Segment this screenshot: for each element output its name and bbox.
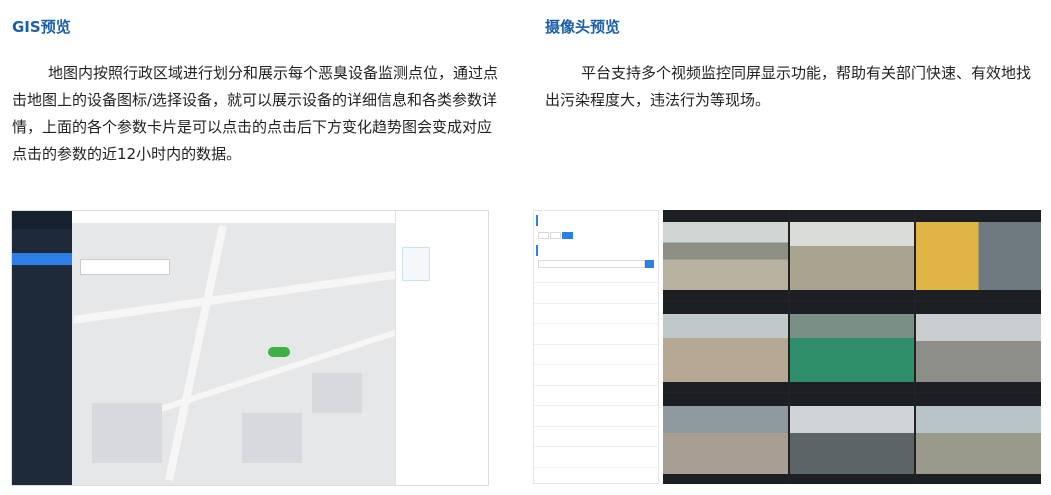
- gis-nav-item: [12, 325, 72, 337]
- camera-table-row: [534, 343, 658, 365]
- camera-section-title: [536, 245, 656, 256]
- camera-table-row: [534, 466, 658, 485]
- gis-nav-item: [12, 301, 72, 313]
- gis-preview-description: 地图内按照行政区域进行划分和展示每个恶臭设备监测点位，通过点击地图上的设备图标/…: [12, 64, 499, 163]
- camera-tile: [663, 210, 788, 300]
- camera-table-row: [534, 425, 658, 447]
- camera-search: [538, 260, 654, 268]
- gis-legend: [80, 259, 170, 275]
- gis-nav-item: [12, 229, 72, 241]
- camera-tile: [916, 302, 1041, 392]
- camera-table-row: [534, 282, 658, 303]
- camera-tile: [916, 210, 1041, 300]
- gis-nav-item-active: [12, 253, 72, 265]
- camera-table-row: [534, 302, 658, 324]
- gis-panel-row: [396, 237, 488, 241]
- camera-preview-title: 摄像头预览: [545, 18, 621, 36]
- gis-device-panel: [395, 211, 488, 485]
- camera-table-row: [534, 446, 658, 467]
- camera-tile: [663, 394, 788, 484]
- camera-layout-tabs: [534, 230, 658, 241]
- camera-tile: [663, 302, 788, 392]
- camera-section-title: [536, 215, 656, 226]
- camera-table-row: [534, 384, 658, 406]
- gis-preview-title: GIS预览: [12, 18, 71, 36]
- camera-tile: [789, 302, 915, 392]
- gis-device-marker: [268, 347, 290, 357]
- camera-table-row: [534, 405, 658, 426]
- gis-nav-item: [12, 313, 72, 325]
- camera-table-row: [534, 364, 658, 385]
- gis-nav-item: [12, 277, 72, 289]
- camera-tile: [789, 394, 915, 484]
- gis-brand: [12, 211, 72, 229]
- gis-filter-bar: [80, 233, 88, 238]
- gis-screenshot: [11, 210, 489, 486]
- camera-table-row: [534, 323, 658, 344]
- camera-tile: [789, 210, 915, 300]
- camera-table-header: [534, 270, 658, 282]
- gis-nav-item: [12, 265, 72, 277]
- gis-parameter-card: [402, 247, 430, 281]
- gis-panel-title: [396, 211, 488, 221]
- camera-device-list-panel: [533, 210, 659, 484]
- camera-screenshot: [533, 210, 1041, 484]
- gis-map: [72, 223, 406, 485]
- gis-nav-item: [12, 241, 72, 253]
- camera-preview-description: 平台支持多个视频监控同屏显示功能，帮助有关部门快速、有效地找出污染程度大，违法行…: [545, 64, 1032, 109]
- gis-nav-item: [12, 289, 72, 301]
- camera-tile: [916, 394, 1041, 484]
- gis-sidebar: [12, 211, 72, 485]
- camera-video-grid: [663, 210, 1041, 484]
